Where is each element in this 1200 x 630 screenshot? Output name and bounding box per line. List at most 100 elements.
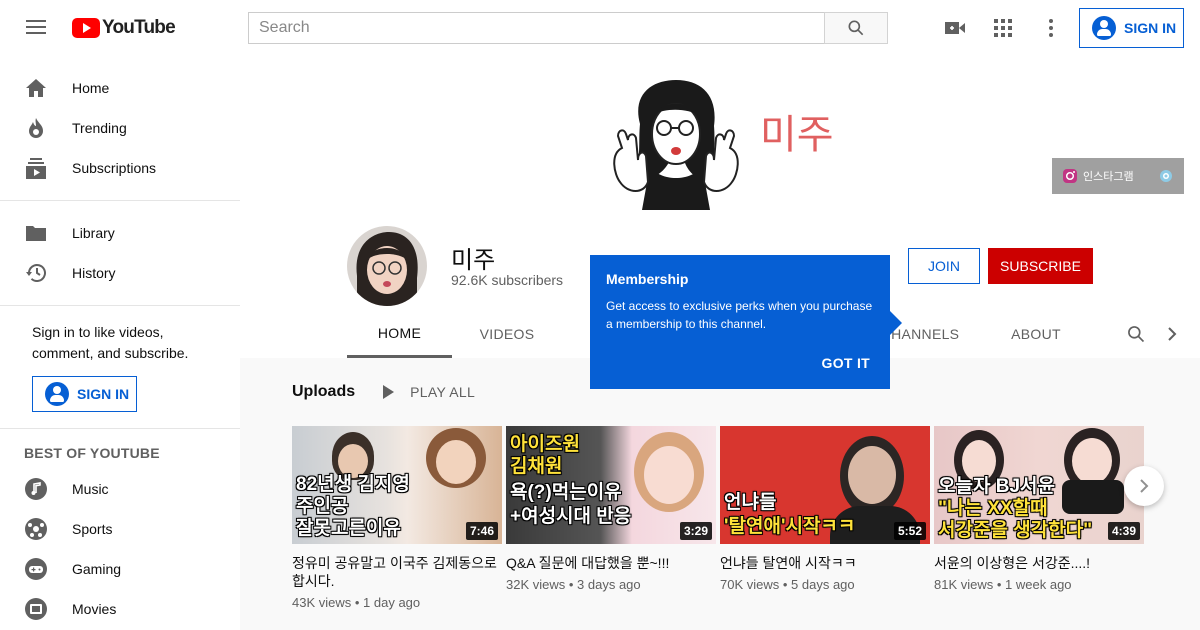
sidebar-item-label: Home xyxy=(72,80,110,96)
play-logo-icon xyxy=(72,18,100,38)
video-duration: 4:39 xyxy=(1107,522,1140,540)
video-metadata: 43K views • 1 day ago xyxy=(292,595,421,610)
play-all-label: PLAY ALL xyxy=(410,384,476,400)
video-metadata: 70K views • 5 days ago xyxy=(720,577,855,592)
channel-page: 미주 인스타그램 미주 92.6K subscribers JOIN SUBSC… xyxy=(240,56,1200,630)
apps-icon[interactable] xyxy=(991,16,1015,40)
youtube-logo[interactable]: YouTube xyxy=(72,17,176,39)
sidebar: Home Trending Subscriptions Library Hist… xyxy=(0,56,240,630)
search-input[interactable] xyxy=(248,12,824,44)
sidebar-item-label: Movies xyxy=(72,601,117,617)
chevron-right-icon xyxy=(1140,479,1149,493)
location-pin-icon[interactable] xyxy=(1158,168,1174,184)
create-video-icon[interactable] xyxy=(943,16,967,40)
history-icon xyxy=(24,261,48,285)
account-icon xyxy=(1092,16,1116,40)
sidebar-item-label: History xyxy=(72,265,116,281)
search-icon xyxy=(848,20,864,36)
sidebar-item-music[interactable]: Music xyxy=(0,469,240,509)
subscriber-count: 92.6K subscribers xyxy=(451,272,564,288)
sidebar-sign-in-box: Sign in to like videos, comment, and sub… xyxy=(0,306,240,429)
thumbnail-text: 오늘자 BJ서윤 xyxy=(938,476,1055,497)
subscribe-button[interactable]: SUBSCRIBE xyxy=(988,248,1093,284)
sidebar-sign-in-button[interactable]: SIGN IN xyxy=(32,376,137,412)
video-title[interactable]: 서윤의 이상형은 서강준....! xyxy=(934,554,1144,572)
thumbnail-text: +여성시대 반응 xyxy=(510,506,632,527)
sidebar-item-label: Trending xyxy=(72,120,127,136)
guide-section-main: Home Trending Subscriptions xyxy=(0,56,240,201)
video-duration: 3:29 xyxy=(679,522,712,540)
play-icon xyxy=(383,385,395,399)
tab-about[interactable]: ABOUT xyxy=(983,310,1089,358)
sidebar-item-label: Sports xyxy=(72,521,113,537)
tooltip-title: Membership xyxy=(606,271,689,287)
tabs-chevron-right-icon[interactable] xyxy=(1160,322,1184,346)
menu-icon[interactable] xyxy=(22,16,50,40)
home-icon xyxy=(24,76,48,100)
masthead: YouTube SIGN IN xyxy=(0,0,1200,56)
more-options-icon[interactable] xyxy=(1039,16,1063,40)
sign-in-label: SIGN IN xyxy=(1124,20,1177,36)
play-all-button[interactable]: PLAY ALL xyxy=(383,384,475,400)
thumbnail-text: 언냐들 xyxy=(724,492,777,513)
search-button[interactable] xyxy=(824,12,888,44)
thumbnail-text: "나는 XX할때 xyxy=(938,498,1048,519)
uploads-title[interactable]: Uploads xyxy=(292,383,355,401)
sidebar-item-movies[interactable]: Movies xyxy=(0,589,240,629)
tab-home[interactable]: HOME xyxy=(347,310,452,358)
video-card[interactable]: 82년생 김지영 주인공 잘못고른이유 7:46 정유미 공유말고 이국주 김제… xyxy=(292,426,502,610)
thumbnail-text: 김채원 xyxy=(510,456,563,477)
channel-search-icon[interactable] xyxy=(1124,322,1148,346)
thumbnail-text: '탈연애'시작ㅋㅋ xyxy=(724,516,856,537)
video-title[interactable]: 정유미 공유말고 이국주 김제동으로 합시다. xyxy=(292,554,502,590)
sidebar-item-subscriptions[interactable]: Subscriptions xyxy=(0,148,240,188)
channel-avatar[interactable] xyxy=(347,226,427,306)
tab-videos[interactable]: VIDEOS xyxy=(455,310,559,358)
guide-section-library: Library History xyxy=(0,201,240,306)
got-it-button[interactable]: GOT IT xyxy=(822,355,870,371)
video-metadata: 32K views • 3 days ago xyxy=(506,577,641,592)
video-thumbnail[interactable]: 아이즈원 김채원 욕(?)먹는이유 +여성시대 반응 3:29 xyxy=(506,426,716,544)
video-duration: 7:46 xyxy=(465,522,498,540)
thumbnail-text: 아이즈원 xyxy=(510,434,580,455)
sign-in-label: SIGN IN xyxy=(77,386,130,402)
logo-text: YouTube xyxy=(102,17,176,38)
thumbnail-text: 주인공 xyxy=(296,496,349,517)
sidebar-item-sports[interactable]: Sports xyxy=(0,509,240,549)
search-bar xyxy=(248,12,888,44)
membership-tooltip: Membership Get access to exclusive perks… xyxy=(590,255,902,389)
sidebar-item-label: Subscriptions xyxy=(72,160,157,176)
instagram-link[interactable]: 인스타그램 xyxy=(1052,158,1184,194)
music-icon xyxy=(24,477,48,501)
uploads-shelf-header: Uploads PLAY ALL xyxy=(292,378,475,406)
video-card[interactable]: 아이즈원 김채원 욕(?)먹는이유 +여성시대 반응 3:29 Q&A 질문에 … xyxy=(506,426,716,592)
thumbnail-text: 82년생 김지영 xyxy=(296,474,410,495)
video-card[interactable]: 오늘자 BJ서윤 "나는 XX할때 서강준을 생각한다" 4:39 서윤의 이상… xyxy=(934,426,1144,592)
sidebar-item-trending[interactable]: Trending xyxy=(0,108,240,148)
sidebar-item-gaming[interactable]: Gaming xyxy=(0,549,240,589)
account-icon xyxy=(45,382,69,406)
join-button[interactable]: JOIN xyxy=(908,248,980,284)
sidebar-item-home[interactable]: Home xyxy=(0,68,240,108)
sports-icon xyxy=(24,517,48,541)
subscriptions-icon xyxy=(24,156,48,180)
movies-icon xyxy=(24,597,48,621)
video-duration: 5:52 xyxy=(893,522,926,540)
video-card[interactable]: 언냐들 '탈연애'시작ㅋㅋ 5:52 언냐들 탈연애 시작ㅋㅋ 70K view… xyxy=(720,426,930,592)
sidebar-item-label: Music xyxy=(72,481,109,497)
sidebar-item-label: Library xyxy=(72,225,115,241)
video-thumbnail[interactable]: 언냐들 '탈연애'시작ㅋㅋ 5:52 xyxy=(720,426,930,544)
sidebar-item-library[interactable]: Library xyxy=(0,213,240,253)
tooltip-body: Get access to exclusive perks when you p… xyxy=(606,299,873,331)
shelf-next-button[interactable] xyxy=(1124,466,1164,506)
video-title[interactable]: 언냐들 탈연애 시작ㅋㅋ xyxy=(720,554,930,572)
video-title[interactable]: Q&A 질문에 대답했을 뿐~!!! xyxy=(506,554,716,572)
video-metadata: 81K views • 1 week ago xyxy=(934,577,1072,592)
video-thumbnail[interactable]: 82년생 김지영 주인공 잘못고른이유 7:46 xyxy=(292,426,502,544)
sign-in-prompt: Sign in to like videos, comment, and sub… xyxy=(32,324,189,361)
sign-in-button[interactable]: SIGN IN xyxy=(1079,8,1184,48)
folder-icon xyxy=(24,221,48,245)
sidebar-item-history[interactable]: History xyxy=(0,253,240,293)
thumbnail-text: 잘못고른이유 xyxy=(296,518,401,539)
video-thumbnail[interactable]: 오늘자 BJ서윤 "나는 XX할때 서강준을 생각한다" 4:39 xyxy=(934,426,1144,544)
